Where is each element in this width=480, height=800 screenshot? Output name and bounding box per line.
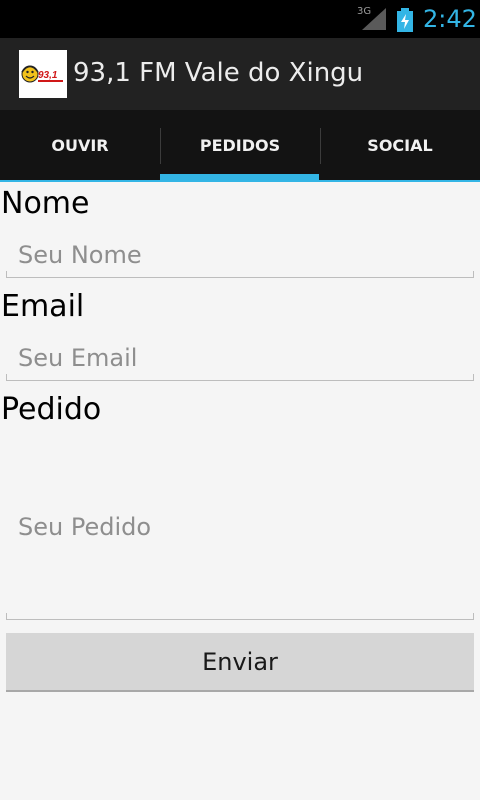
name-label: Nome	[1, 186, 90, 221]
tab-indicator	[160, 174, 319, 180]
email-label: Email	[1, 289, 85, 324]
field-edge	[6, 271, 7, 277]
app-logo[interactable]: 93,1	[19, 50, 67, 98]
app-title: 93,1 FM Vale do Xingu	[73, 58, 364, 88]
field-edge	[6, 374, 7, 380]
request-label: Pedido	[1, 392, 102, 427]
send-button[interactable]: Enviar	[6, 633, 474, 692]
request-textarea[interactable]	[6, 436, 474, 619]
tab-pedidos[interactable]: PEDIDOS	[160, 110, 320, 180]
request-field-wrapper	[6, 436, 474, 620]
status-bar: 3G 2:42	[0, 0, 480, 38]
signal-icon	[362, 8, 386, 30]
radio-logo-icon: 93,1	[21, 65, 63, 83]
tab-label: SOCIAL	[367, 135, 433, 155]
action-bar: 93,1 93,1 FM Vale do Xingu	[0, 38, 480, 110]
field-edge	[6, 613, 7, 619]
name-input[interactable]	[6, 234, 474, 276]
email-input[interactable]	[6, 337, 474, 379]
field-edge	[473, 271, 474, 277]
battery-charging-icon	[397, 8, 413, 32]
name-field-wrapper	[6, 234, 474, 278]
tab-social[interactable]: SOCIAL	[320, 110, 480, 180]
tab-label: OUVIR	[51, 135, 109, 155]
svg-text:93,1: 93,1	[38, 70, 58, 81]
tab-bar: OUVIR PEDIDOS SOCIAL	[0, 110, 480, 182]
email-field-wrapper	[6, 337, 474, 381]
tab-ouvir[interactable]: OUVIR	[0, 110, 160, 180]
field-edge	[473, 613, 474, 619]
clock: 2:42	[423, 5, 477, 33]
tab-label: PEDIDOS	[199, 135, 281, 155]
field-edge	[473, 374, 474, 380]
